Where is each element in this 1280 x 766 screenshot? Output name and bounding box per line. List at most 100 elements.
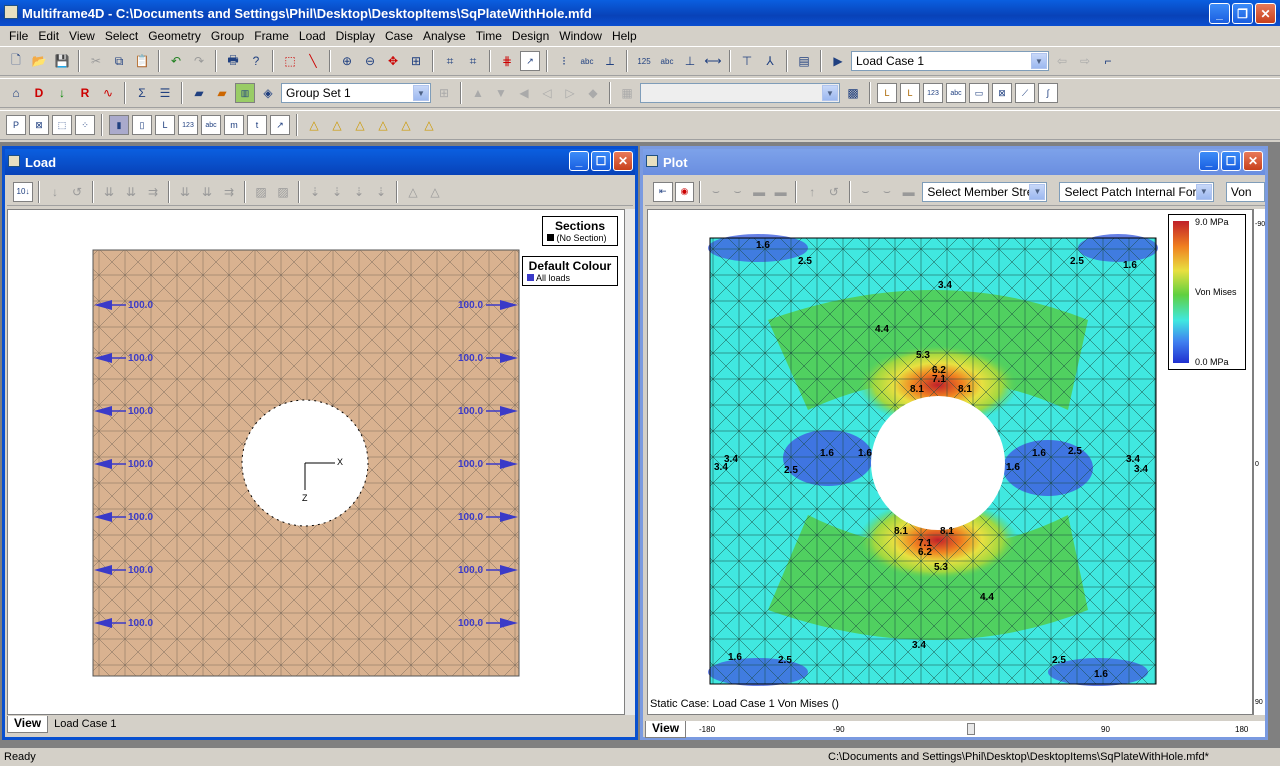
menu-file[interactable]: File (4, 29, 33, 43)
plot-close-button[interactable]: ✕ (1243, 151, 1263, 171)
result-window-icon[interactable]: ∿ (98, 83, 118, 103)
label-abc-icon[interactable]: abc (946, 83, 966, 103)
dist-load-2-icon[interactable]: ⇊ (121, 182, 141, 202)
load-minimize-button[interactable]: _ (569, 151, 589, 171)
table-icon[interactable]: ▤ (794, 51, 814, 71)
load-maximize-button[interactable]: ☐ (591, 151, 611, 171)
menu-load[interactable]: Load (294, 29, 331, 43)
undo-icon[interactable]: ↶ (166, 51, 186, 71)
menu-view[interactable]: View (64, 29, 100, 43)
load-magnitude-icon[interactable]: 10↓ (13, 181, 33, 202)
trap-load-3-icon[interactable]: ⇉ (219, 182, 239, 202)
plot-mx-icon[interactable]: ⌣ (706, 182, 726, 202)
play-icon[interactable]: ▶ (828, 51, 848, 71)
thermal-3-icon[interactable]: ⇣ (349, 182, 369, 202)
tri-2-icon[interactable]: △ (327, 115, 347, 135)
copy-icon[interactable]: ⧉ (109, 51, 129, 71)
plot-maximize-button[interactable]: ☐ (1221, 151, 1241, 171)
label-curve-icon[interactable]: ∫ (1038, 83, 1058, 103)
frame-view-icon[interactable]: ⌗ (440, 51, 460, 71)
case-graph-icon[interactable]: ⌐ (1098, 51, 1118, 71)
menu-edit[interactable]: Edit (33, 29, 64, 43)
node-symbol-icon[interactable]: ⟂ (600, 51, 620, 71)
plot-scale-icon[interactable]: ⇤ (653, 181, 673, 202)
menu-analyse[interactable]: Analyse (418, 29, 471, 43)
zoom-fit-icon[interactable]: ⊞ (406, 51, 426, 71)
group-grid-icon[interactable]: ⊞ (434, 83, 454, 103)
thermal-2-icon[interactable]: ⇣ (327, 182, 347, 202)
restraint-5-icon[interactable]: ▷ (560, 83, 580, 103)
menu-group[interactable]: Group (206, 29, 249, 43)
tri-5-icon[interactable]: △ (396, 115, 416, 135)
load-window-icon[interactable]: ↓ (52, 83, 72, 103)
pan-icon[interactable]: ✥ (383, 51, 403, 71)
load-case-select[interactable]: Load Case 1 ▼ (851, 51, 1049, 71)
label-l2-icon[interactable]: L (900, 83, 920, 103)
menu-help[interactable]: Help (607, 29, 642, 43)
local-axes-icon[interactable]: ⅄ (760, 51, 780, 71)
plate-outline-icon[interactable]: ▯ (132, 115, 152, 135)
node-numbers-icon[interactable]: ⁝ (554, 51, 574, 71)
plot-tx-icon[interactable]: ▬ (899, 182, 919, 202)
restore-button[interactable]: ❐ (1232, 3, 1253, 24)
zoom-out-icon[interactable]: ⊖ (360, 51, 380, 71)
thermal-4-icon[interactable]: ⇣ (371, 182, 391, 202)
load-view-tab[interactable]: View (7, 715, 49, 733)
plate-axis-icon[interactable]: ↗ (270, 115, 290, 135)
load-close-button[interactable]: ✕ (613, 151, 633, 171)
plot-minimize-button[interactable]: _ (1199, 151, 1219, 171)
sum-icon[interactable]: Σ (132, 83, 152, 103)
paste-icon[interactable]: 📋 (132, 51, 152, 71)
cut-icon[interactable]: ✂ (86, 51, 106, 71)
next-case-icon[interactable]: ⇨ (1075, 51, 1095, 71)
prev-case-icon[interactable]: ⇦ (1052, 51, 1072, 71)
plate-l-icon[interactable]: L (155, 115, 175, 135)
label-123-icon[interactable]: 123 (923, 83, 943, 103)
redo-icon[interactable]: ↷ (189, 51, 209, 71)
group-set-select[interactable]: Group Set 1 ▼ (281, 83, 431, 103)
tri-3-icon[interactable]: △ (350, 115, 370, 135)
3d-icon[interactable]: ◈ (258, 83, 278, 103)
plot-vz-icon[interactable]: ⌣ (877, 182, 897, 202)
restraint-6-icon[interactable]: ◆ (583, 83, 603, 103)
render-solid-icon[interactable]: ▰ (212, 83, 232, 103)
von-select[interactable]: Von (1225, 181, 1265, 202)
mesh-grid-icon[interactable]: ▩ (843, 83, 863, 103)
plate-solid-icon[interactable]: ▮ (109, 115, 129, 135)
grid-view-icon[interactable]: ⌗ (463, 51, 483, 71)
split-view-icon[interactable]: ▥ (235, 83, 255, 103)
moment-icon[interactable]: ↺ (67, 182, 87, 202)
member-numbers-icon[interactable]: 125 (634, 51, 654, 71)
d-window-icon[interactable]: D (29, 83, 49, 103)
zoom-in-icon[interactable]: ⊕ (337, 51, 357, 71)
member-stress-select[interactable]: Select Member Stress ▼ (922, 181, 1048, 202)
plate-load-1-icon[interactable]: ▨ (251, 182, 271, 202)
dist-load-1-icon[interactable]: ⇊ (99, 182, 119, 202)
plot-vy-icon[interactable]: ⌣ (728, 182, 748, 202)
select-line-icon[interactable]: ╲ (303, 51, 323, 71)
member-link-icon[interactable]: ⟷ (703, 51, 723, 71)
load-window[interactable]: Load _ ☐ ✕ 10↓ ↓ ↺ ⇊ ⇊ ⇉ ⇊ ⇊ ⇉ ▨ ▨ ⇣ ⇣ ⇣… (2, 146, 638, 740)
menu-design[interactable]: Design (507, 29, 554, 43)
plot-px-icon[interactable]: ▬ (749, 182, 769, 202)
plot-reaction-icon[interactable]: ↑ (802, 182, 822, 202)
point-load-icon[interactable]: ↓ (45, 182, 65, 202)
menu-display[interactable]: Display (331, 29, 380, 43)
render-icon[interactable]: ▰ (189, 83, 209, 103)
plate-abc-icon[interactable]: abc (201, 115, 221, 135)
plot-window-title-bar[interactable]: Plot _ ☐ ✕ (643, 149, 1265, 175)
menu-select[interactable]: Select (100, 29, 143, 43)
plate-dots-icon[interactable]: ⬚ (52, 115, 72, 135)
minimize-button[interactable]: _ (1209, 3, 1230, 24)
plate-load-2-icon[interactable]: ▨ (273, 182, 293, 202)
plot-deflection-icon[interactable]: ▬ (771, 182, 791, 202)
label-x-icon[interactable]: ⊠ (992, 83, 1012, 103)
new-icon[interactable]: 🗋 (6, 51, 26, 71)
label-box-icon[interactable]: ▭ (969, 83, 989, 103)
help-icon[interactable]: ? (246, 51, 266, 71)
node-labels-icon[interactable]: abc (577, 51, 597, 71)
plate-p-icon[interactable]: P (6, 115, 26, 135)
restraint-2-icon[interactable]: ▼ (491, 83, 511, 103)
menu-window[interactable]: Window (554, 29, 607, 43)
plate-m-icon[interactable]: m (224, 115, 244, 135)
